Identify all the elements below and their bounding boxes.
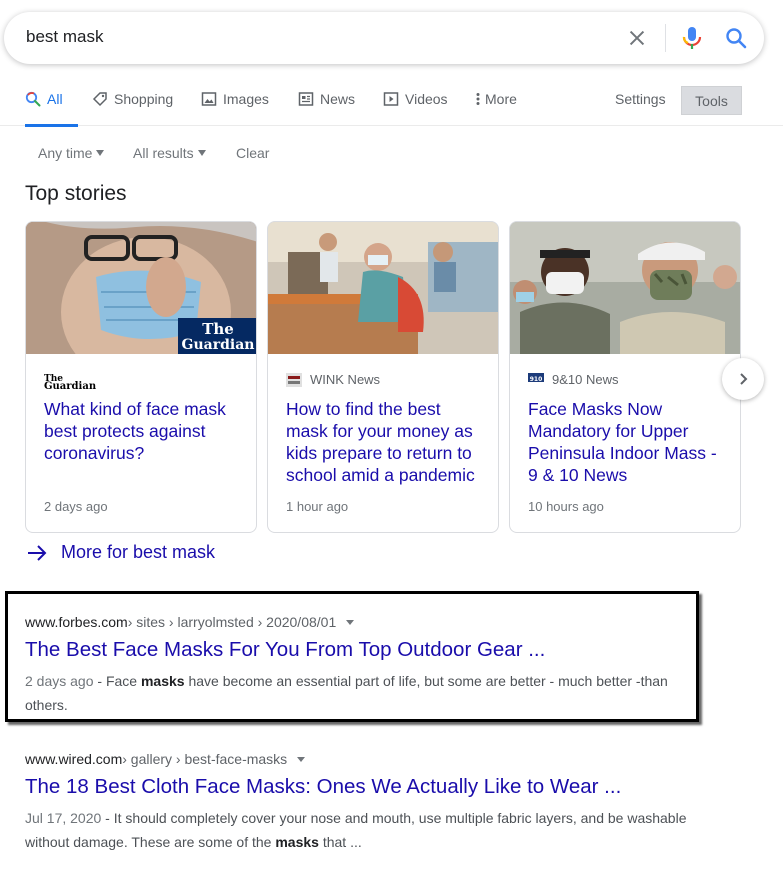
result-domain: www.wired.com xyxy=(25,751,123,767)
settings-link[interactable]: Settings xyxy=(615,91,666,107)
9-10-news-favicon-icon: 910 xyxy=(528,372,544,387)
svg-text:910: 910 xyxy=(530,376,543,383)
wink-news-favicon-icon xyxy=(286,372,302,387)
story-time: 1 hour ago xyxy=(286,499,349,514)
search-input[interactable]: best mask xyxy=(26,27,103,47)
story-image xyxy=(510,222,740,354)
story-image xyxy=(268,222,498,354)
tab-news[interactable]: News xyxy=(298,82,355,126)
close-icon[interactable] xyxy=(626,27,648,49)
result-date: 2 days ago xyxy=(25,673,94,689)
snippet-text: that ... xyxy=(318,834,362,850)
result-path: › sites › larryolmsted › 2020/08/01 xyxy=(127,614,337,630)
story-headline[interactable]: What kind of face mask best protects aga… xyxy=(44,398,244,464)
result-url: www.forbes.com › sites › larryolmsted › … xyxy=(25,614,725,630)
result-url: www.wired.com › gallery › best-face-mask… xyxy=(25,751,725,767)
video-icon xyxy=(383,92,399,106)
story-time: 10 hours ago xyxy=(528,499,604,514)
tab-images[interactable]: Images xyxy=(201,82,269,126)
more-stories-label: More for best mask xyxy=(61,542,216,562)
caret-down-icon[interactable] xyxy=(346,619,355,625)
story-source-name: 9&10 News xyxy=(552,372,619,387)
tab-label: More xyxy=(485,91,517,107)
microphone-icon[interactable] xyxy=(681,25,703,51)
search-icon[interactable] xyxy=(724,26,748,50)
tab-label: Shopping xyxy=(114,91,174,107)
story-image: The Guardian xyxy=(26,222,256,354)
search-bar[interactable]: best mask xyxy=(4,12,764,64)
clear-filters-link[interactable]: Clear xyxy=(236,145,269,161)
results-filter-dropdown[interactable]: All results xyxy=(133,145,206,161)
story-source: The Guardian xyxy=(44,372,104,390)
tab-label: News xyxy=(320,91,356,107)
svg-text:Guardian: Guardian xyxy=(182,337,255,353)
more-stories-link[interactable]: More for best mask xyxy=(27,542,215,563)
result-snippet: 2 days ago - Face masks have become an e… xyxy=(25,669,690,717)
filter-label: Any time xyxy=(38,145,93,161)
news-icon xyxy=(298,92,314,106)
snippet-bold: masks xyxy=(140,673,185,689)
tools-button[interactable]: Tools xyxy=(681,86,742,115)
next-stories-button[interactable] xyxy=(722,358,764,400)
tab-all[interactable]: All xyxy=(25,82,78,127)
time-filter-dropdown[interactable]: Any time xyxy=(38,145,105,161)
tab-label: Images xyxy=(223,91,269,107)
search-icon xyxy=(25,91,41,107)
arrow-right-icon xyxy=(28,544,47,561)
image-icon xyxy=(201,92,217,106)
result-path: › gallery › best-face-masks xyxy=(122,751,288,767)
story-time: 2 days ago xyxy=(44,499,108,514)
search-result: www.wired.com › gallery › best-face-mask… xyxy=(25,751,725,854)
top-stories-heading: Top stories xyxy=(25,182,127,205)
result-title-link[interactable]: The Best Face Masks For You From Top Out… xyxy=(25,638,725,662)
tab-shopping[interactable]: Shopping xyxy=(92,82,173,126)
svg-text:Guardian: Guardian xyxy=(44,381,97,390)
story-headline[interactable]: How to find the best mask for your money… xyxy=(286,398,486,486)
chevron-right-icon xyxy=(740,373,748,385)
svg-text:The: The xyxy=(202,320,234,338)
caret-down-icon xyxy=(96,150,105,156)
story-card[interactable]: 910 9&10 News Face Masks Now Mandatory f… xyxy=(509,221,741,533)
tab-more[interactable]: More xyxy=(474,82,517,126)
story-headline[interactable]: Face Masks Now Mandatory for Upper Penin… xyxy=(528,398,728,486)
result-date: Jul 17, 2020 xyxy=(25,810,102,826)
result-domain: www.forbes.com xyxy=(25,614,128,630)
filter-label: All results xyxy=(133,145,194,161)
divider xyxy=(665,24,666,52)
tab-label: Videos xyxy=(405,91,448,107)
story-card[interactable]: WINK News How to find the best mask for … xyxy=(267,221,499,533)
story-source-name: WINK News xyxy=(310,372,381,387)
search-result: www.forbes.com › sites › larryolmsted › … xyxy=(25,614,725,717)
story-source: 910 9&10 News xyxy=(528,372,618,387)
story-card[interactable]: The Guardian The Guardian What kind of f… xyxy=(25,221,257,533)
tab-label: All xyxy=(47,91,63,107)
result-title-link[interactable]: The 18 Best Cloth Face Masks: Ones We Ac… xyxy=(25,775,725,799)
more-vert-icon xyxy=(476,93,480,105)
result-snippet: Jul 17, 2020 - It should completely cove… xyxy=(25,806,690,854)
snippet-text: - Face xyxy=(93,673,141,689)
tab-videos[interactable]: Videos xyxy=(383,82,448,126)
caret-down-icon xyxy=(197,150,206,156)
caret-down-icon[interactable] xyxy=(297,756,306,762)
guardian-logo-icon: The Guardian xyxy=(44,374,97,390)
tag-icon xyxy=(92,92,107,107)
story-source: WINK News xyxy=(286,372,380,387)
snippet-bold: masks xyxy=(275,834,319,850)
filter-label: Clear xyxy=(236,145,270,161)
